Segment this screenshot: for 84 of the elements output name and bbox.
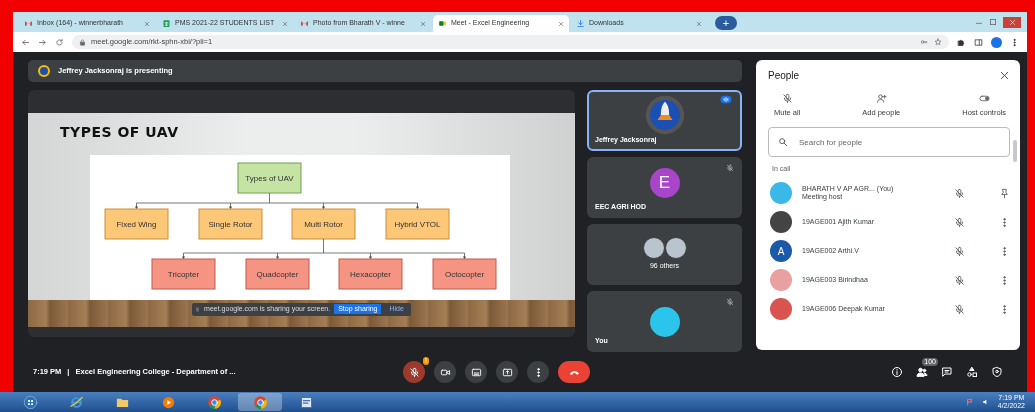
host-controls-button[interactable] — [991, 366, 1003, 378]
profile-avatar[interactable] — [991, 36, 1002, 48]
rocket-avatar-icon — [644, 94, 685, 135]
diagram-node: Single Rotor — [198, 208, 263, 240]
diagram-node: Quadcopter — [245, 258, 310, 290]
slide-title: TYPES OF UAV — [60, 123, 180, 142]
window-app-icon — [298, 394, 314, 410]
present-screen-icon — [501, 366, 513, 378]
lock-icon — [79, 38, 86, 46]
new-tab-button[interactable]: + — [715, 16, 737, 30]
maximize-icon[interactable] — [989, 18, 997, 26]
add-person-icon — [875, 93, 887, 104]
diagram-node: Hexacopter — [338, 258, 403, 290]
people-icon — [916, 366, 928, 378]
close-icon — [282, 20, 288, 27]
video-camera-icon — [438, 19, 447, 28]
photo-placeholder — [770, 211, 792, 234]
flag-icon — [965, 398, 974, 406]
search-icon — [778, 137, 788, 148]
end-call-button[interactable] — [558, 361, 590, 383]
present-button[interactable] — [496, 361, 518, 383]
mic-off-icon — [781, 93, 793, 104]
info-icon — [891, 366, 903, 378]
diagram-node: Octocopter — [432, 258, 497, 290]
reload-icon[interactable] — [55, 37, 64, 47]
close-icon — [696, 20, 702, 27]
diagram-node: Hybrid VTOL — [385, 208, 450, 240]
pin-icon[interactable] — [999, 187, 1010, 199]
more-button[interactable] — [527, 361, 549, 383]
scrollbar[interactable] — [1013, 140, 1017, 162]
star-icon[interactable] — [934, 38, 942, 46]
info-button[interactable] — [891, 366, 903, 378]
more-vertical-icon[interactable] — [1010, 37, 1019, 47]
diagram-node: Types of UAV — [237, 162, 302, 194]
mail-icon — [24, 19, 33, 28]
letter-avatar: E — [649, 167, 680, 198]
close-icon — [558, 20, 564, 27]
panel-title: People — [768, 69, 800, 83]
shapes-icon — [966, 366, 978, 378]
mic-off-icon — [954, 187, 966, 199]
camera-button[interactable] — [434, 361, 456, 383]
grip-icon — [195, 306, 201, 312]
spreadsheet-icon — [162, 19, 171, 28]
diagram-node: Fixed Wing — [104, 208, 169, 240]
browser-e-icon — [68, 394, 84, 410]
chat-icon — [941, 366, 953, 378]
key-icon[interactable] — [920, 38, 928, 46]
close-icon[interactable] — [999, 70, 1010, 81]
close-icon — [1008, 18, 1016, 26]
close-icon — [144, 20, 150, 27]
photo-placeholder — [642, 236, 665, 259]
side-panel-icon[interactable] — [974, 37, 983, 47]
diagram-node: Tricopter — [151, 258, 216, 290]
mic-off-icon — [954, 216, 966, 228]
photo-placeholder — [664, 236, 687, 259]
search-field[interactable]: Search for people — [768, 127, 1010, 158]
chrome-icon — [206, 394, 222, 410]
photo-placeholder — [770, 269, 792, 292]
puzzle-piece-icon[interactable] — [957, 37, 966, 47]
photo-placeholder — [770, 298, 792, 321]
chrome-icon — [252, 394, 268, 410]
captions-icon — [470, 366, 482, 378]
chat-button[interactable] — [941, 366, 953, 378]
mic-off-icon — [954, 303, 966, 315]
mic-off-icon — [954, 274, 966, 286]
play-icon — [160, 394, 176, 410]
activities-button[interactable] — [966, 366, 978, 378]
download-icon — [576, 19, 585, 28]
diagram-node: Multi Rotor — [291, 208, 356, 240]
forward-arrow-icon[interactable] — [38, 37, 47, 47]
captions-button[interactable] — [465, 361, 487, 383]
shield-icon — [991, 366, 1003, 378]
window-close-button[interactable] — [1003, 16, 1021, 28]
mail-icon — [300, 19, 309, 28]
letter-avatar: A — [770, 240, 792, 263]
photo-placeholder — [770, 182, 792, 205]
mic-off-icon — [408, 366, 420, 378]
toggle-icon — [978, 93, 990, 104]
presenter-avatar — [38, 65, 50, 77]
mic-off-icon — [954, 245, 966, 257]
close-icon — [420, 20, 426, 27]
back-arrow-icon[interactable] — [21, 37, 30, 47]
photo-placeholder — [649, 306, 680, 337]
start-orb-icon — [22, 394, 38, 410]
